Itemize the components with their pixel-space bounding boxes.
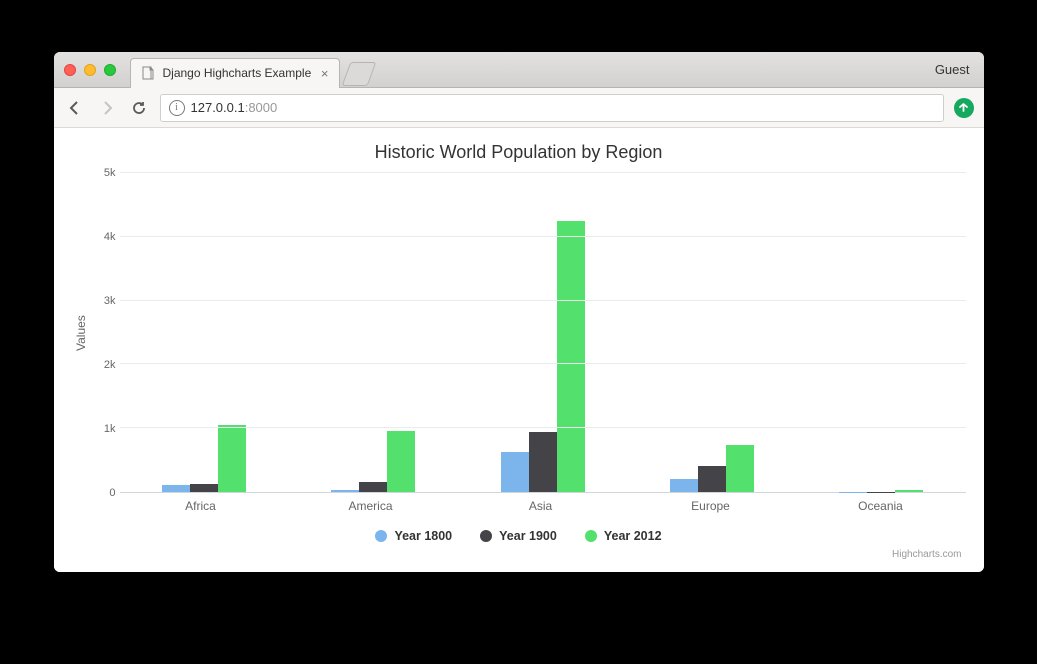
bar-group	[120, 173, 289, 492]
legend-swatch-icon	[585, 530, 597, 542]
x-tick-label: Europe	[626, 493, 796, 513]
browser-tab[interactable]: Django Highcharts Example ×	[130, 58, 340, 88]
bar[interactable]	[387, 431, 415, 492]
gridline	[120, 236, 966, 237]
x-axis: AfricaAmericaAsiaEuropeOceania	[116, 493, 966, 513]
y-tick-label: 1k	[104, 423, 116, 435]
close-window-icon[interactable]	[64, 64, 76, 76]
profile-label[interactable]: Guest	[935, 62, 974, 77]
legend-swatch-icon	[375, 530, 387, 542]
url-host: 127.0.0.1	[191, 100, 245, 115]
bar-group	[458, 173, 627, 492]
url-text: 127.0.0.1:8000	[191, 100, 278, 115]
browser-toolbar: i 127.0.0.1:8000	[54, 88, 984, 128]
extension-icon[interactable]	[954, 98, 974, 118]
y-tick-label: 5k	[104, 167, 116, 179]
bar[interactable]	[698, 466, 726, 492]
x-tick-label: Oceania	[796, 493, 966, 513]
url-port: :8000	[245, 100, 278, 115]
x-tick-label: America	[286, 493, 456, 513]
x-tick-label: Africa	[116, 493, 286, 513]
y-tick-label: 2k	[104, 359, 116, 371]
bar[interactable]	[218, 425, 246, 492]
legend-item[interactable]: Year 1900	[480, 529, 557, 543]
bar-group	[289, 173, 458, 492]
bar[interactable]	[162, 485, 190, 492]
gridline	[120, 363, 966, 364]
reload-button[interactable]	[128, 97, 150, 119]
minimize-window-icon[interactable]	[84, 64, 96, 76]
y-tick-label: 0	[109, 487, 115, 499]
bar[interactable]	[557, 221, 585, 492]
new-tab-button[interactable]	[341, 62, 376, 86]
bar[interactable]	[359, 482, 387, 492]
legend-swatch-icon	[480, 530, 492, 542]
page-favicon-icon	[141, 66, 155, 80]
y-axis-label: Values	[72, 173, 90, 493]
bar[interactable]	[529, 432, 557, 492]
bar-groups	[120, 173, 966, 492]
bar-group	[796, 173, 965, 492]
browser-window: Django Highcharts Example × Guest i 127.…	[54, 52, 984, 572]
y-axis: 01k2k3k4k5k	[90, 173, 120, 493]
page-content: Historic World Population by Region Valu…	[54, 128, 984, 572]
forward-button	[96, 97, 118, 119]
chart-title: Historic World Population by Region	[72, 142, 966, 163]
gridline	[120, 300, 966, 301]
legend-label: Year 2012	[604, 529, 662, 543]
tab-title: Django Highcharts Example	[163, 66, 313, 80]
bar[interactable]	[895, 490, 923, 492]
chart-credits[interactable]: Highcharts.com	[72, 549, 966, 560]
site-info-icon[interactable]: i	[169, 100, 185, 116]
y-tick-label: 4k	[104, 231, 116, 243]
chart-plot[interactable]	[120, 173, 966, 493]
legend-label: Year 1800	[394, 529, 452, 543]
bar[interactable]	[501, 452, 529, 493]
gridline	[120, 172, 966, 173]
bar[interactable]	[726, 445, 754, 492]
maximize-window-icon[interactable]	[104, 64, 116, 76]
legend-item[interactable]: Year 1800	[375, 529, 452, 543]
chart-legend: Year 1800 Year 1900 Year 2012	[72, 529, 966, 543]
window-controls	[64, 64, 116, 76]
bar[interactable]	[670, 479, 698, 492]
legend-label: Year 1900	[499, 529, 557, 543]
bar[interactable]	[190, 484, 218, 492]
chart-area: Values 01k2k3k4k5k	[72, 173, 966, 493]
bar[interactable]	[331, 490, 359, 492]
x-tick-label: Asia	[456, 493, 626, 513]
browser-tabbar: Django Highcharts Example × Guest	[54, 52, 984, 88]
legend-item[interactable]: Year 2012	[585, 529, 662, 543]
bar-group	[627, 173, 796, 492]
close-tab-icon[interactable]: ×	[321, 67, 329, 80]
back-button[interactable]	[64, 97, 86, 119]
address-bar[interactable]: i 127.0.0.1:8000	[160, 94, 944, 122]
y-tick-label: 3k	[104, 295, 116, 307]
gridline	[120, 427, 966, 428]
